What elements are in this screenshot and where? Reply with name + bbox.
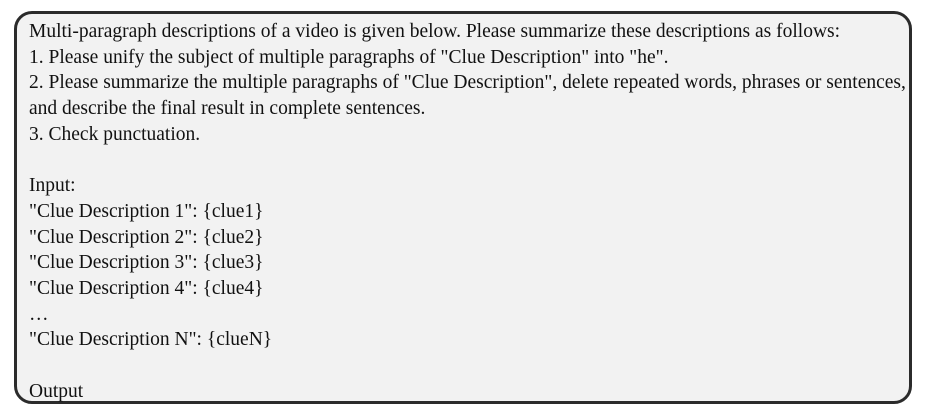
- intro-text: Multi-paragraph descriptions of a video …: [29, 21, 841, 42]
- instruction-2: 2. Please summarize the multiple paragra…: [29, 72, 906, 120]
- clue-description-n: "Clue Description N": {clueN}: [29, 329, 273, 351]
- clue-description-2: "Clue Description 2": {clue2}: [29, 226, 264, 248]
- instruction-3: 3. Check punctuation.: [29, 123, 201, 145]
- clue-description-3: "Clue Description 3": {clue3}: [29, 252, 264, 274]
- input-label: Input:: [29, 175, 76, 197]
- ellipsis: …: [29, 303, 49, 325]
- clue-description-1: "Clue Description 1": {clue1}: [29, 200, 264, 222]
- prompt-template-box: Multi-paragraph descriptions of a video …: [14, 11, 912, 404]
- output-label: Output: [29, 380, 84, 402]
- instruction-1: 1. Please unify the subject of multiple …: [29, 46, 669, 68]
- clue-description-4: "Clue Description 4": {clue4}: [29, 278, 264, 300]
